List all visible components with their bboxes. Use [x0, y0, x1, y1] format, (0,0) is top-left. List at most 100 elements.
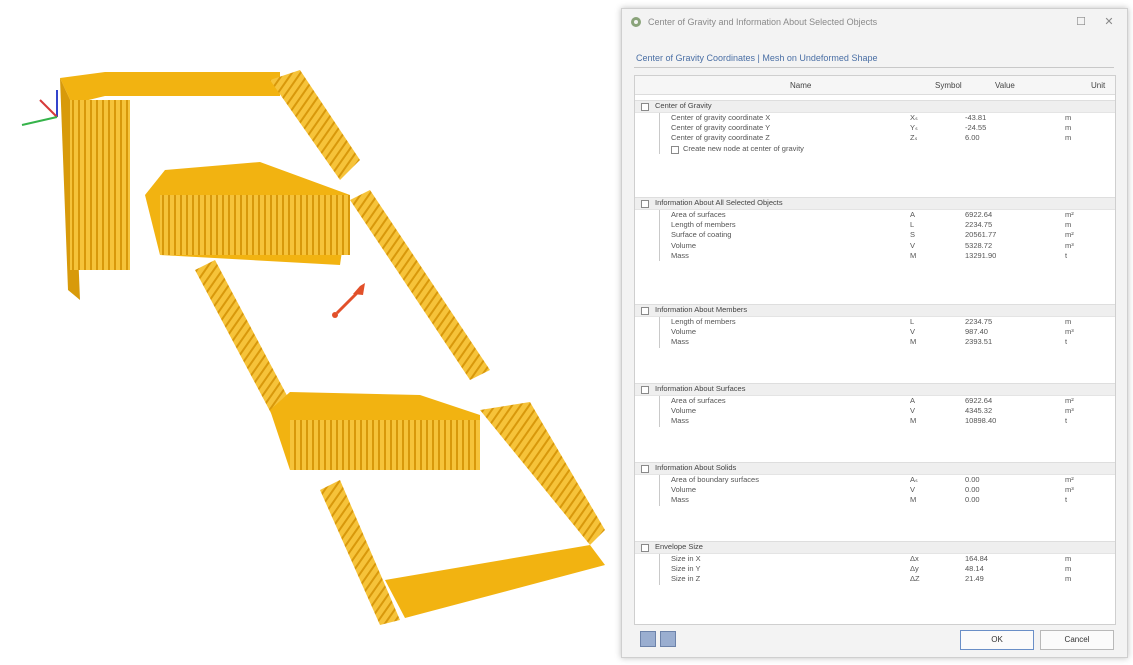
dialog-titlebar[interactable]: Center of Gravity and Information About … — [622, 9, 1127, 35]
arch-2-fins — [290, 420, 480, 470]
column-header-value[interactable]: Value — [995, 81, 1015, 90]
table-row[interactable]: Surface of coating S 20561.77 m² — [635, 230, 1115, 240]
row-unit: t — [1065, 495, 1068, 505]
table-row[interactable]: Volume V 987.40 m³ — [635, 327, 1115, 337]
table-row[interactable]: Volume V 4345.32 m³ — [635, 406, 1115, 416]
table-row[interactable]: Length of members L 2234.75 m — [635, 220, 1115, 230]
module-3-left-wall — [320, 480, 400, 625]
row-unit: m — [1065, 220, 1072, 230]
row-symbol: S — [910, 230, 916, 240]
table-row[interactable]: Mass M 10898.40 t — [635, 416, 1115, 426]
table-row[interactable]: Center of gravity coordinate Y Yₛ -24.55 m — [635, 123, 1115, 133]
section-title: Information About All Selected Objects — [655, 198, 783, 207]
collapse-toggle-icon[interactable] — [641, 465, 649, 473]
row-symbol: Δx — [910, 554, 919, 563]
table-row[interactable]: Mass M 13291.90 t — [635, 251, 1115, 261]
row-name: Mass — [671, 495, 689, 505]
row-symbol: Aₛ — [910, 475, 918, 484]
row-symbol: M — [910, 416, 917, 426]
table-row[interactable]: Size in Y Δy 48.14 m — [635, 564, 1115, 574]
row-name: Area of surfaces — [671, 396, 726, 405]
row-name: Area of surfaces — [671, 210, 726, 219]
table-row[interactable]: Mass M 2393.51 t — [635, 337, 1115, 347]
row-name: Volume — [671, 327, 697, 337]
row-value: -43.81 — [965, 113, 987, 122]
row-name: Center of gravity coordinate Y — [671, 123, 771, 133]
section-title: Center of Gravity — [655, 101, 712, 110]
row-unit: m — [1065, 317, 1072, 326]
row-symbol: Yₛ — [910, 123, 918, 133]
row-value: 6.00 — [965, 133, 980, 143]
row-value: 0.00 — [965, 495, 980, 505]
table-row[interactable]: Center of gravity coordinate X Xₛ -43.81 m — [635, 113, 1115, 123]
section-header[interactable]: Information About Surfaces — [635, 383, 1115, 396]
row-name: Size in Z — [671, 574, 701, 584]
ok-button[interactable]: OK — [960, 630, 1034, 650]
tab-bar: Center of Gravity Coordinates | Mesh on … — [634, 51, 1114, 68]
row-value: 48.14 — [965, 564, 984, 574]
cancel-button[interactable]: Cancel — [1040, 630, 1114, 650]
section-title: Information About Members — [655, 305, 748, 314]
row-unit: m² — [1065, 475, 1074, 484]
table-row[interactable]: Volume V 0.00 m³ — [635, 485, 1115, 495]
table-row[interactable]: Mass M 0.00 t — [635, 495, 1115, 505]
collapse-toggle-icon[interactable] — [641, 307, 649, 315]
module-3-right-wall — [480, 402, 605, 545]
row-value: 987.40 — [965, 327, 988, 337]
row-value: -24.55 — [965, 123, 987, 133]
close-button[interactable]: ✕ — [1098, 13, 1120, 31]
row-unit: m² — [1065, 396, 1074, 405]
row-value: 2234.75 — [965, 220, 993, 230]
module-1-left-fins — [70, 100, 130, 270]
table-row[interactable]: Area of boundary surfaces Aₛ 0.00 m² — [635, 475, 1115, 485]
row-value: 4345.32 — [965, 406, 993, 416]
row-symbol: L — [910, 220, 915, 230]
create-node-row[interactable]: Create new node at center of gravity — [635, 144, 1115, 154]
column-header-name[interactable]: Name — [790, 81, 811, 90]
help-icon[interactable] — [640, 631, 656, 647]
collapse-toggle-icon[interactable] — [641, 103, 649, 111]
column-header-symbol[interactable]: Symbol — [935, 81, 962, 90]
section-header[interactable]: Information About Solids — [635, 462, 1115, 475]
table-row[interactable]: Size in Z ΔZ 21.49 m — [635, 574, 1115, 584]
collapse-toggle-icon[interactable] — [641, 386, 649, 394]
row-symbol: Δy — [910, 564, 919, 574]
info-icon[interactable] — [660, 631, 676, 647]
tab-cog-coordinates[interactable]: Center of Gravity Coordinates | Mesh on … — [636, 53, 877, 63]
maximize-button[interactable]: ☐ — [1070, 13, 1092, 31]
row-symbol: M — [910, 495, 917, 505]
row-unit: m — [1065, 133, 1072, 143]
row-name: Volume — [671, 485, 697, 495]
row-value: 10898.40 — [965, 416, 997, 426]
row-symbol: ΔZ — [910, 574, 920, 584]
collapse-toggle-icon[interactable] — [641, 544, 649, 552]
table-row[interactable]: Volume V 5328.72 m³ — [635, 241, 1115, 251]
row-symbol: A — [910, 210, 916, 219]
create-node-checkbox[interactable] — [671, 145, 679, 154]
row-value: 2393.51 — [965, 337, 993, 347]
row-name: Mass — [671, 250, 689, 260]
section-header[interactable]: Information About Members — [635, 304, 1115, 317]
module-1-top-wall — [60, 72, 280, 104]
table-row[interactable]: Length of members L 2234.75 m — [635, 317, 1115, 327]
row-value: 2234.75 — [965, 317, 993, 326]
row-value: 0.00 — [965, 475, 980, 484]
structure-model — [21, 70, 605, 625]
collapse-toggle-icon[interactable] — [641, 200, 649, 208]
row-value: 21.49 — [965, 574, 984, 584]
model-viewport[interactable] — [0, 0, 612, 663]
section-header[interactable]: Envelope Size — [635, 541, 1115, 554]
section-title: Information About Surfaces — [655, 384, 746, 393]
table-row[interactable]: Size in X Δx 164.84 m — [635, 554, 1115, 564]
section-header[interactable]: Information About All Selected Objects — [635, 197, 1115, 210]
row-unit: m — [1065, 113, 1072, 122]
row-symbol: V — [910, 485, 916, 495]
column-header-unit[interactable]: Unit — [1091, 81, 1105, 90]
table-row[interactable]: Area of surfaces A 6922.64 m² — [635, 210, 1115, 220]
section-header[interactable]: Center of Gravity — [635, 100, 1115, 113]
table-row[interactable]: Area of surfaces A 6922.64 m² — [635, 396, 1115, 406]
table-row[interactable]: Center of gravity coordinate Z Zₛ 6.00 m — [635, 133, 1115, 143]
module-1-right-fins — [270, 70, 360, 180]
row-unit: m — [1065, 564, 1072, 574]
row-unit: m³ — [1065, 327, 1074, 337]
